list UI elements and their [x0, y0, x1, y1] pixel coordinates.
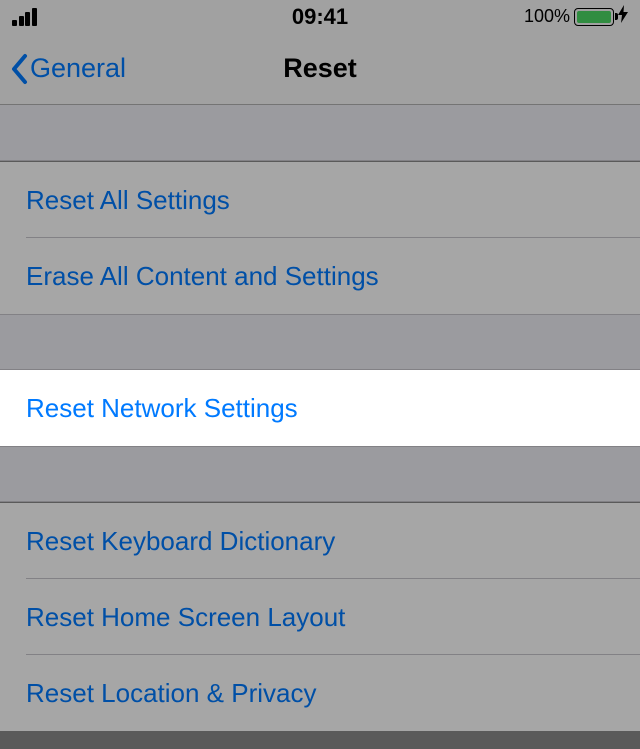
cell-label: Reset All Settings: [26, 185, 230, 216]
signal-bars-icon: [12, 8, 37, 26]
group-general-reset: Reset All Settings Erase All Content and…: [0, 161, 640, 314]
reset-home-screen-layout-cell[interactable]: Reset Home Screen Layout: [0, 579, 640, 655]
reset-all-settings-cell[interactable]: Reset All Settings: [0, 162, 640, 238]
section-gap: [0, 446, 640, 502]
cell-label: Reset Keyboard Dictionary: [26, 526, 335, 557]
cell-label: Reset Home Screen Layout: [26, 602, 345, 633]
group-other-reset: Reset Keyboard Dictionary Reset Home Scr…: [0, 502, 640, 731]
reset-keyboard-dictionary-cell[interactable]: Reset Keyboard Dictionary: [0, 503, 640, 579]
page-title: Reset: [283, 53, 357, 84]
status-bar: 09:41 100%: [0, 0, 640, 33]
erase-all-content-cell[interactable]: Erase All Content and Settings: [0, 238, 640, 314]
charging-bolt-icon: [618, 5, 628, 28]
reset-location-privacy-cell[interactable]: Reset Location & Privacy: [0, 655, 640, 731]
battery-icon: [574, 8, 614, 26]
cell-label: Reset Network Settings: [26, 393, 298, 424]
reset-network-settings-cell[interactable]: Reset Network Settings: [0, 370, 640, 446]
back-button[interactable]: General: [10, 53, 126, 85]
battery-status: 100%: [524, 5, 628, 28]
clock-time: 09:41: [292, 4, 348, 30]
cell-label: Reset Location & Privacy: [26, 678, 316, 709]
chevron-left-icon: [10, 53, 28, 85]
section-gap: [0, 314, 640, 370]
section-gap: [0, 105, 640, 161]
navigation-bar: General Reset: [0, 33, 640, 105]
group-network-reset: Reset Network Settings: [0, 370, 640, 446]
battery-percent-text: 100%: [524, 6, 570, 27]
cell-label: Erase All Content and Settings: [26, 261, 379, 292]
back-label: General: [30, 53, 126, 84]
